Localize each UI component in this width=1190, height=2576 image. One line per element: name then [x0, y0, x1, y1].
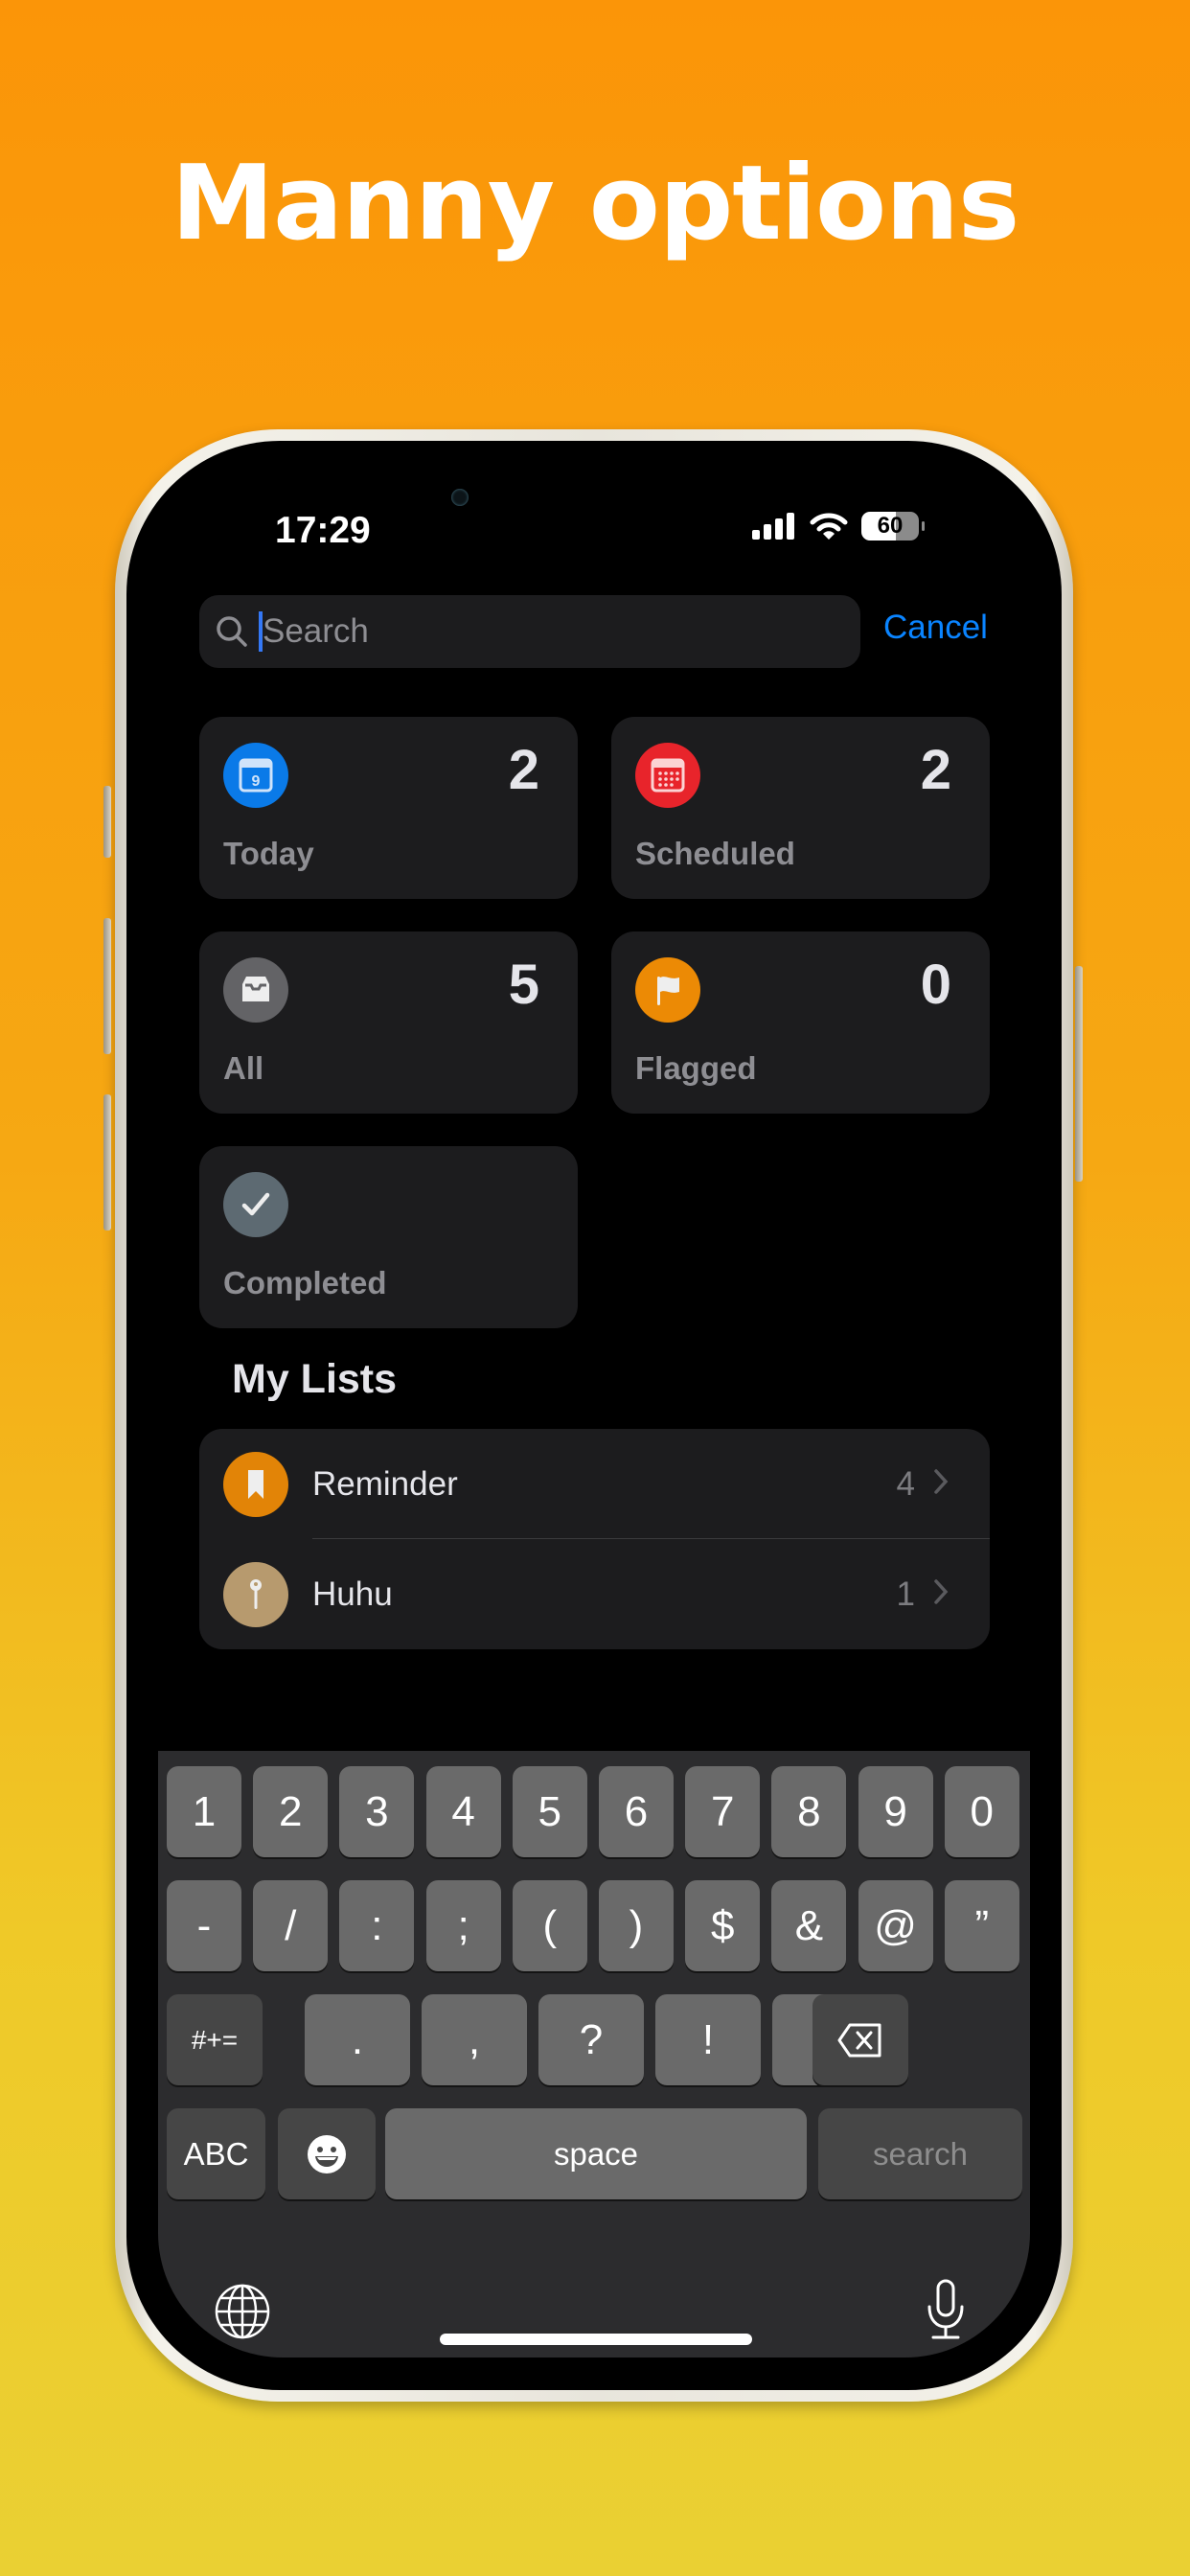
checkmark-icon — [223, 1172, 288, 1237]
key-nine[interactable]: 9 — [858, 1766, 933, 1857]
smart-list-flagged[interactable]: 0 Flagged — [611, 932, 990, 1114]
calendar-grid-icon — [635, 743, 700, 808]
key-comma[interactable]: , — [422, 1994, 527, 2085]
globe-icon[interactable] — [214, 2283, 271, 2340]
list-count: 1 — [896, 1576, 915, 1613]
key-semicolon[interactable]: ; — [425, 1880, 501, 1971]
all-label: All — [223, 1050, 264, 1086]
key-exclamation[interactable]: ! — [655, 1994, 761, 2085]
volume-down-button — [103, 1094, 111, 1230]
search-key[interactable]: search — [818, 2108, 1022, 2199]
key-colon[interactable]: : — [339, 1880, 415, 1971]
completed-label: Completed — [223, 1265, 387, 1300]
headline: Manny options — [171, 144, 1020, 264]
key-dollar[interactable]: $ — [685, 1880, 761, 1971]
list-name: Reminder — [312, 1465, 458, 1503]
scheduled-label: Scheduled — [635, 836, 795, 871]
action-button — [103, 786, 111, 858]
list-count: 4 — [896, 1465, 915, 1503]
smart-list-all[interactable]: 5 All — [199, 932, 578, 1114]
list-name: Huhu — [312, 1576, 393, 1613]
list-item-huhu[interactable]: Huhu 1 — [199, 1539, 990, 1649]
delete-key[interactable] — [812, 1994, 908, 2085]
scheduled-count: 2 — [920, 739, 951, 801]
key-close-paren[interactable]: ) — [599, 1880, 674, 1971]
calendar-day-icon: 9 — [223, 743, 288, 808]
svg-text:9: 9 — [252, 773, 261, 790]
key-period[interactable]: . — [305, 1994, 410, 2085]
key-zero[interactable]: 0 — [944, 1766, 1019, 1857]
emoji-key[interactable] — [278, 2108, 376, 2199]
list-item-reminder[interactable]: Reminder 4 — [199, 1429, 990, 1539]
chevron-right-icon — [934, 1579, 949, 1604]
symbols-key[interactable]: #+= — [167, 1994, 263, 2085]
tray-icon — [223, 957, 288, 1023]
key-five[interactable]: 5 — [512, 1766, 587, 1857]
cancel-button[interactable]: Cancel — [883, 609, 988, 647]
key-eight[interactable]: 8 — [771, 1766, 847, 1857]
power-button — [1075, 966, 1083, 1182]
today-count: 2 — [508, 739, 539, 801]
key-open-paren[interactable]: ( — [512, 1880, 587, 1971]
all-count: 5 — [508, 954, 539, 1016]
microphone-icon[interactable] — [925, 2278, 967, 2341]
battery-icon: 60 — [861, 512, 925, 540]
smart-list-scheduled[interactable]: 2 Scheduled — [611, 717, 990, 899]
key-at[interactable]: @ — [858, 1880, 933, 1971]
status-icons: 60 — [752, 512, 925, 540]
emoji-icon — [308, 2134, 346, 2174]
volume-up-button — [103, 918, 111, 1054]
key-three[interactable]: 3 — [339, 1766, 415, 1857]
home-indicator[interactable] — [440, 2334, 752, 2345]
search-input[interactable]: Search — [199, 595, 860, 668]
pin-icon — [223, 1562, 288, 1627]
key-one[interactable]: 1 — [167, 1766, 241, 1857]
search-icon — [217, 616, 247, 647]
key-quote[interactable]: ” — [944, 1880, 1019, 1971]
delete-backward-icon — [837, 2023, 881, 2057]
smart-list-today[interactable]: 9 2 Today — [199, 717, 578, 899]
flagged-label: Flagged — [635, 1050, 757, 1086]
key-ampersand[interactable]: & — [771, 1880, 847, 1971]
my-lists-group: Reminder 4 Huhu 1 — [199, 1429, 990, 1649]
chevron-right-icon — [934, 1469, 949, 1494]
status-time: 17:29 — [275, 510, 371, 551]
front-camera — [451, 489, 469, 506]
flagged-count: 0 — [920, 954, 951, 1016]
phone-screen: 17:29 60 Search Cancel 9 2 Today 2 Sched… — [158, 460, 1030, 2358]
key-question[interactable]: ? — [538, 1994, 644, 2085]
key-slash[interactable]: / — [253, 1880, 329, 1971]
bookmark-icon — [223, 1452, 288, 1517]
key-six[interactable]: 6 — [599, 1766, 674, 1857]
key-hyphen[interactable]: - — [167, 1880, 241, 1971]
key-four[interactable]: 4 — [425, 1766, 501, 1857]
space-key[interactable]: space — [385, 2108, 807, 2199]
smart-list-completed[interactable]: Completed — [199, 1146, 578, 1328]
abc-key[interactable]: ABC — [167, 2108, 265, 2199]
cellular-signal-icon — [752, 513, 794, 540]
search-placeholder: Search — [259, 611, 369, 652]
my-lists-title: My Lists — [232, 1356, 398, 1402]
flag-icon — [635, 957, 700, 1023]
keyboard: 1234567890 -/:;()$&@” #+= .,?!’ ABC spac… — [158, 1751, 1030, 2358]
today-label: Today — [223, 836, 314, 871]
key-seven[interactable]: 7 — [685, 1766, 761, 1857]
key-two[interactable]: 2 — [253, 1766, 329, 1857]
wifi-icon — [810, 513, 848, 540]
